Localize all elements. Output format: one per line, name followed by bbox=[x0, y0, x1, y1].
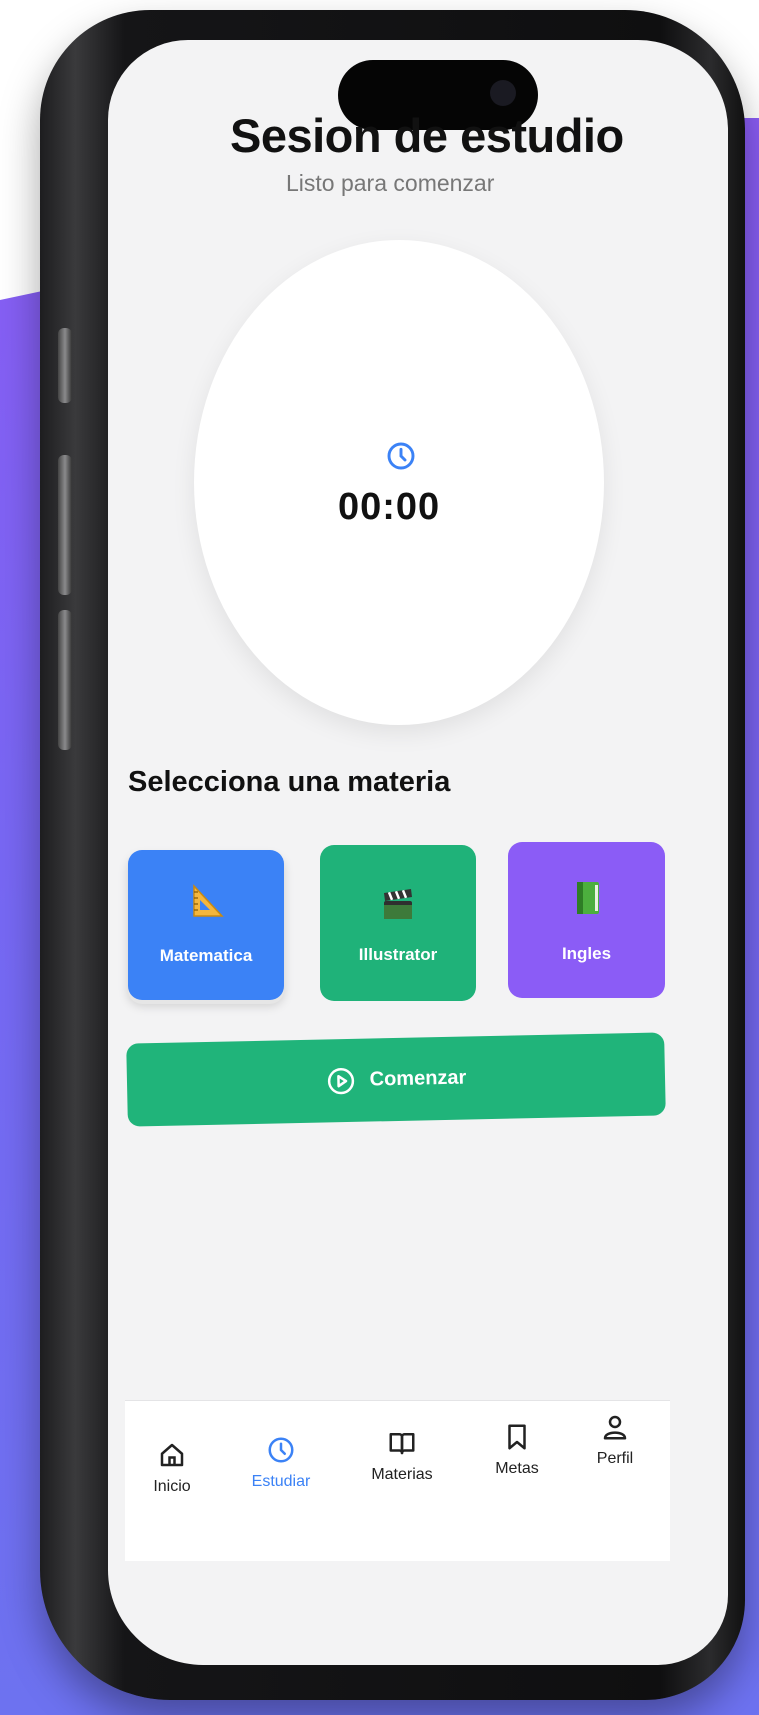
nav-item-perfil[interactable]: Perfil bbox=[570, 1412, 660, 1468]
action-button bbox=[58, 328, 72, 403]
subject-card-illustrator[interactable]: Illustrator bbox=[320, 845, 476, 1001]
timer-circle bbox=[194, 240, 604, 725]
green-book-icon bbox=[576, 882, 599, 914]
page-subtitle: Listo para comenzar bbox=[286, 170, 495, 196]
nav-label: Materias bbox=[371, 1466, 433, 1483]
comenzar-button[interactable]: Comenzar bbox=[126, 1032, 666, 1127]
nav-label: Perfil bbox=[596, 1450, 634, 1467]
bookmark-icon bbox=[508, 1424, 526, 1450]
clapper-board-icon bbox=[384, 889, 412, 919]
open-book-icon bbox=[389, 1433, 415, 1455]
nav-label: Metas bbox=[495, 1460, 539, 1477]
nav-item-inicio[interactable]: Inicio bbox=[127, 1440, 217, 1496]
play-circle-icon bbox=[327, 1067, 354, 1094]
nav-item-metas[interactable]: Metas bbox=[472, 1422, 562, 1478]
nav-label: Inicio bbox=[153, 1478, 191, 1495]
user-icon bbox=[603, 1415, 627, 1440]
volume-up-button bbox=[58, 455, 72, 595]
nav-item-materias[interactable]: Materias bbox=[357, 1428, 447, 1484]
subject-section-title: Selecciona una materia bbox=[128, 766, 451, 798]
subject-label: Ingles bbox=[561, 944, 612, 963]
subject-label: Matematica bbox=[159, 946, 253, 965]
subject-label: Illustrator bbox=[358, 945, 438, 964]
nav-label: Estudiar bbox=[251, 1473, 311, 1490]
subject-card-ingles[interactable]: Ingles bbox=[508, 842, 665, 998]
volume-down-button bbox=[58, 610, 72, 750]
subject-card-matematica[interactable]: Matematica bbox=[128, 850, 284, 1000]
clock-icon bbox=[268, 1437, 294, 1463]
page-title: Sesion de estudio bbox=[230, 109, 624, 162]
timer-display: 00:00 bbox=[338, 486, 441, 528]
comenzar-label: Comenzar bbox=[369, 1066, 467, 1091]
nav-item-estudiar[interactable]: Estudiar bbox=[236, 1435, 326, 1491]
clock-icon bbox=[387, 442, 415, 470]
triangle-ruler-icon bbox=[193, 884, 224, 917]
home-icon bbox=[160, 1443, 184, 1467]
